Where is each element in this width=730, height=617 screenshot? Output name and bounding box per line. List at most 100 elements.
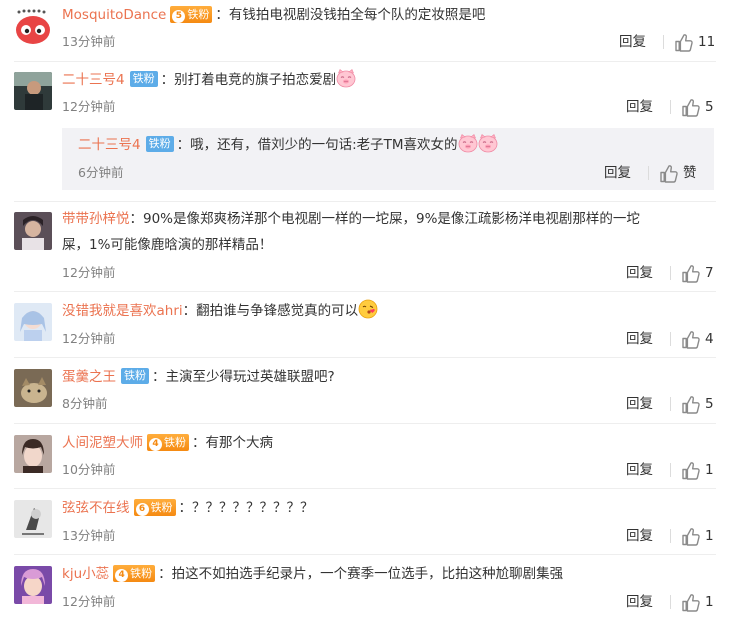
thumbs-up-icon: [682, 594, 700, 612]
divider: [14, 423, 716, 424]
username-link[interactable]: 二十三号4: [62, 72, 125, 88]
reply-button[interactable]: 回复: [626, 265, 653, 281]
like-count: 4: [705, 331, 714, 347]
reply-button[interactable]: 回复: [619, 34, 646, 50]
fan-badge: 4 铁粉: [113, 564, 156, 582]
like-count: 5: [705, 396, 714, 412]
username-link[interactable]: 没错我就是喜欢ahri: [62, 303, 183, 319]
fan-badge: 5 铁粉: [170, 5, 213, 23]
comment-text: 别打着电竞的旗子拍恋爱剧: [174, 72, 337, 88]
like-count: 5: [705, 99, 714, 115]
avatar[interactable]: [14, 500, 52, 538]
comment-text: 主演至少得玩过英雄联盟吧?: [165, 369, 335, 385]
thumbs-up-icon: [682, 99, 700, 117]
divider-vertical: [648, 166, 649, 180]
username-link[interactable]: 人间泥塑大师: [62, 435, 143, 451]
fan-badge-label: 铁粉: [150, 500, 173, 514]
like-count: 1: [705, 462, 714, 478]
comment-time: 13分钟前: [62, 528, 116, 543]
reply-button[interactable]: 回复: [626, 528, 653, 544]
thumbs-up-icon: [660, 165, 678, 183]
username-link[interactable]: 弦弦不在线: [62, 500, 130, 516]
comment-text: ？？？？？？？？？: [192, 500, 314, 516]
reply-button[interactable]: 回复: [626, 99, 653, 115]
avatar[interactable]: [14, 212, 52, 250]
colon: ：: [176, 137, 191, 153]
divider-vertical: [670, 266, 671, 280]
comment-text: 哦，还有，借刘少的一句话:老子TM喜欢女的: [190, 137, 458, 153]
like-count: 1: [705, 528, 714, 544]
sub-reply-box: 二十三号4 铁粉 ：哦，还有，借刘少的一句话:老子TM喜欢女的 6分钟前 回复 赞: [62, 128, 714, 190]
divider: [14, 488, 716, 489]
comment-time: 12分钟前: [62, 594, 116, 609]
avatar[interactable]: [14, 6, 52, 44]
fan-badge: 4 铁粉: [147, 433, 189, 451]
fan-level: 5: [172, 9, 186, 23]
fan-badge: 铁粉: [129, 71, 158, 87]
colon: ：: [158, 566, 172, 582]
username-link[interactable]: 带带孙梓悦: [62, 211, 130, 227]
username-link[interactable]: MosquitoDance: [62, 7, 166, 23]
fan-badge-label: 铁粉: [164, 435, 186, 449]
comment-time: 12分钟前: [62, 99, 116, 114]
colon: ：: [152, 369, 166, 385]
avatar[interactable]: [14, 72, 52, 110]
comment-text: 翻拍谁与争锋感觉真的可以: [196, 303, 359, 319]
fan-badge: 铁粉: [121, 368, 149, 384]
kiss-face-emoji: [358, 299, 378, 319]
fan-badge: 铁粉: [145, 136, 174, 152]
colon: ：: [215, 7, 229, 23]
reply-button[interactable]: 回复: [604, 165, 631, 181]
fan-level: 6: [135, 502, 149, 516]
thumbs-up-icon: [682, 462, 700, 480]
colon: ：: [129, 211, 144, 227]
colon: ：: [192, 435, 206, 451]
comment-text-line1: 90%是像郑爽杨洋那个电视剧一样的一坨屎，9%是像江疏影杨洋电视剧那样的一坨: [143, 211, 640, 227]
reply-button[interactable]: 回复: [626, 594, 653, 610]
reply-button[interactable]: 回复: [626, 396, 653, 412]
comment-time: 12分钟前: [62, 331, 116, 346]
divider: [14, 554, 716, 555]
thumbs-up-icon: [682, 331, 700, 349]
pig-face-emoji: [478, 134, 498, 153]
divider: [14, 291, 716, 292]
fan-badge-label: 铁粉: [187, 7, 210, 21]
fan-badge-label: 铁粉: [130, 566, 153, 580]
divider-vertical: [663, 35, 664, 49]
like-label: 赞: [683, 165, 697, 181]
divider-vertical: [670, 595, 671, 609]
comment-time: 6分钟前: [78, 165, 124, 180]
avatar[interactable]: [14, 303, 52, 341]
thumbs-up-icon: [682, 528, 700, 546]
colon: ：: [182, 303, 197, 319]
fan-level: 4: [115, 568, 129, 582]
thumbs-up-icon: [682, 396, 700, 414]
fan-badge: 6 铁粉: [133, 498, 176, 516]
avatar[interactable]: [14, 566, 52, 604]
colon: ：: [160, 72, 175, 88]
username-link[interactable]: 蛋羹之王: [62, 369, 116, 385]
comment-text-line2: 屎，1%可能像鹿晗演的那样精品！: [62, 237, 273, 253]
like-count: 7: [705, 265, 714, 281]
username-link[interactable]: kju小蕊: [62, 566, 109, 582]
divider: [14, 61, 716, 62]
avatar[interactable]: [14, 369, 52, 407]
divider-vertical: [670, 529, 671, 543]
reply-button[interactable]: 回复: [626, 462, 653, 478]
comment-text: 拍这不如拍选手纪录片，一个赛季一位选手，比拍这种尬聊剧集强: [171, 566, 564, 582]
username-link[interactable]: 二十三号4: [78, 137, 141, 153]
comment-time: 12分钟前: [62, 265, 116, 280]
comment-time: 10分钟前: [62, 462, 116, 477]
reply-button[interactable]: 回复: [626, 331, 653, 347]
avatar[interactable]: [14, 435, 52, 473]
pig-face-emoji: [336, 69, 356, 88]
colon: ：: [178, 500, 193, 516]
divider-vertical: [670, 100, 671, 114]
fan-level: 4: [149, 437, 162, 451]
divider: [14, 357, 716, 358]
comment-time: 13分钟前: [62, 34, 116, 49]
thumbs-up-icon: [675, 34, 693, 52]
comment-time: 8分钟前: [62, 396, 108, 411]
thumbs-up-icon: [682, 265, 700, 283]
divider: [14, 201, 716, 202]
